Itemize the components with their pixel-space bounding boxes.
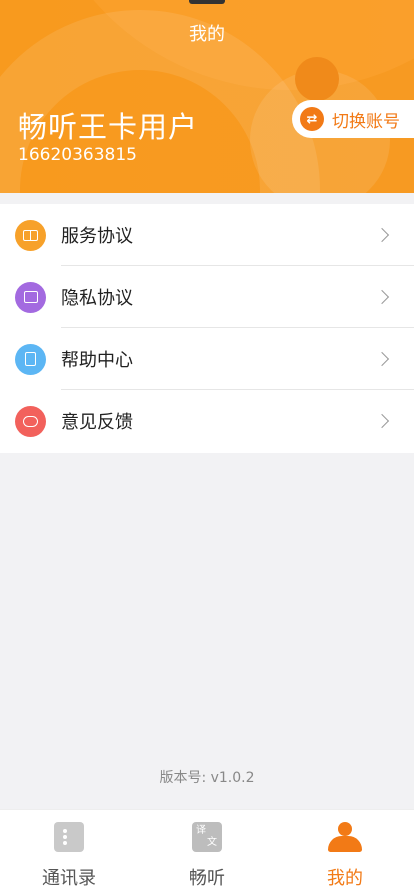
tab-listen[interactable]: 译 文 畅听 [138,810,276,896]
translate-icon-char: 译 [196,825,206,836]
settings-menu: 服务协议 隐私协议 帮助中心 意见反馈 [0,204,414,453]
menu-item-label: 意见反馈 [61,412,133,433]
menu-item-privacy-agreement[interactable]: 隐私协议 [0,266,414,328]
tab-me[interactable]: 我的 [276,810,414,896]
user-icon [328,822,362,852]
profile-header: 我的 畅听王卡用户 16620363815 ⇄ 切换账号 [0,0,414,193]
chevron-right-icon [374,413,390,429]
book-icon [15,219,46,251]
menu-item-label: 隐私协议 [61,288,133,309]
menu-item-label: 服务协议 [61,226,133,247]
switch-arrows-icon: ⇄ [300,107,324,131]
privacy-lock-icon [15,281,46,313]
contacts-icon [54,822,84,852]
status-notch [189,0,225,4]
help-document-icon [15,343,46,375]
tab-label: 通讯录 [42,868,96,889]
bottom-tab-bar: 通讯录 译 文 畅听 我的 [0,809,414,896]
tab-contacts[interactable]: 通讯录 [0,810,138,896]
tab-label: 我的 [327,868,363,889]
switch-account-button[interactable]: ⇄ 切换账号 [292,100,414,138]
menu-item-service-agreement[interactable]: 服务协议 [0,204,414,266]
switch-account-label: 切换账号 [332,111,400,132]
tab-label: 畅听 [189,868,225,889]
chat-bubble-icon [15,405,46,437]
header-decoration-dot [295,57,339,101]
chevron-right-icon [374,227,390,243]
translate-icon: 译 文 [192,822,222,852]
user-phone: 16620363815 [18,145,137,165]
page-title: 我的 [189,24,225,45]
menu-item-feedback[interactable]: 意见反馈 [0,390,414,452]
chevron-right-icon [374,351,390,367]
menu-item-help-center[interactable]: 帮助中心 [0,328,414,390]
menu-item-label: 帮助中心 [61,350,133,371]
translate-icon-char: 文 [207,837,217,848]
chevron-right-icon [374,289,390,305]
version-text: 版本号: v1.0.2 [159,770,255,786]
user-name: 畅听王卡用户 [18,110,199,144]
